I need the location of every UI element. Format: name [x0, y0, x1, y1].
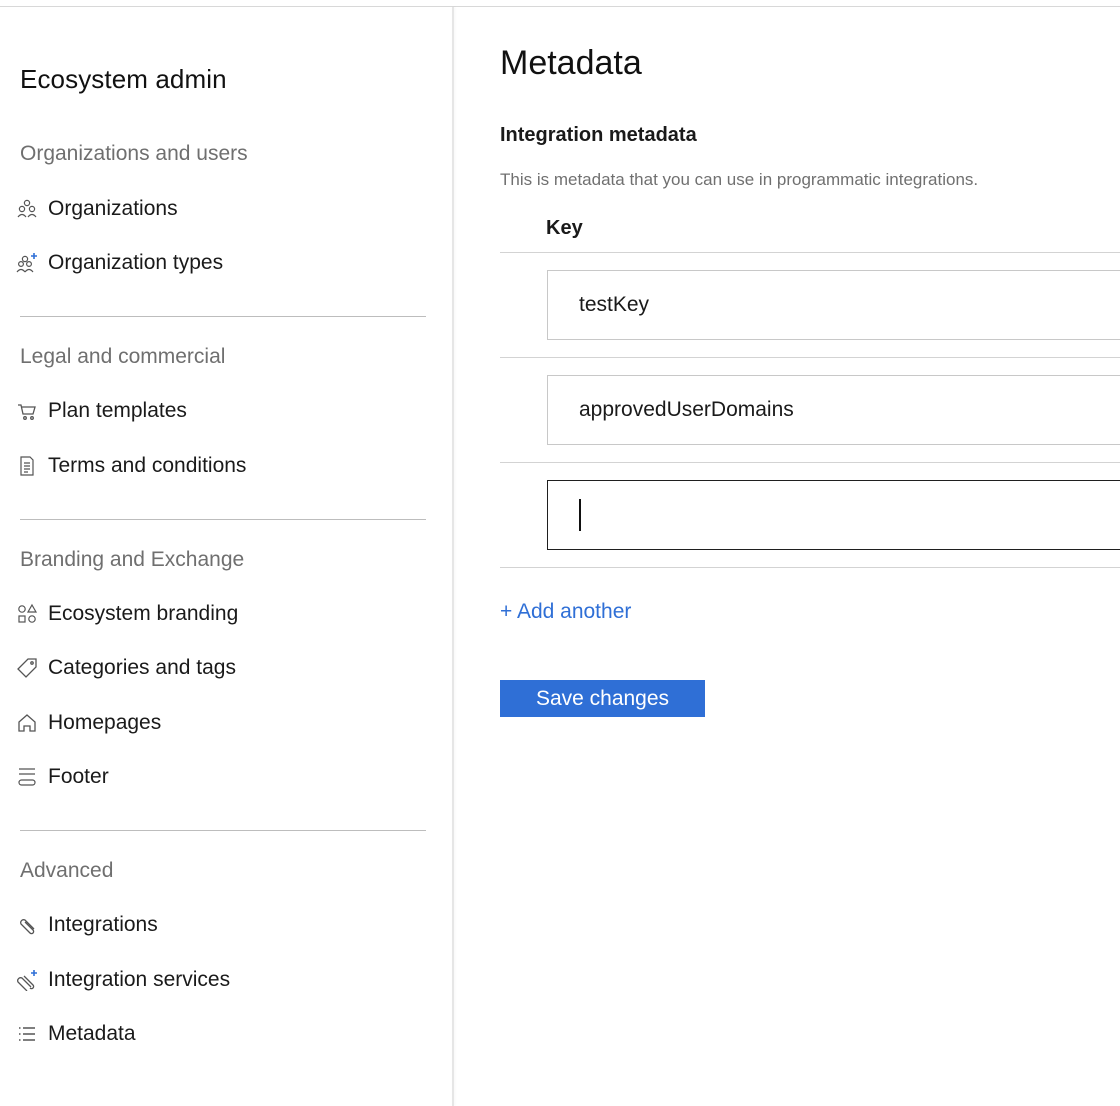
- people-group-icon: [16, 198, 38, 220]
- text-caret: [579, 499, 581, 531]
- sidebar-divider: [20, 316, 426, 317]
- list-icon: [16, 1023, 38, 1045]
- section-heading-organizations: Organizations and users: [20, 142, 248, 165]
- section-heading-branding: Branding and Exchange: [20, 548, 245, 571]
- row-divider: [500, 252, 1120, 253]
- paperclip-plus-icon: [16, 969, 38, 991]
- footer-icon: [16, 766, 38, 788]
- sidebar-item-footer[interactable]: Footer: [16, 760, 436, 794]
- sidebar-title: Ecosystem admin: [20, 64, 227, 94]
- sidebar-item-label: Ecosystem branding: [48, 602, 239, 625]
- section-description: This is metadata that you can use in pro…: [500, 170, 979, 189]
- sidebar-item-integration-services[interactable]: Integration services: [16, 963, 436, 997]
- tag-icon: [16, 657, 38, 679]
- row-divider: [500, 357, 1120, 358]
- row-divider: [500, 567, 1120, 568]
- section-heading-advanced: Advanced: [20, 859, 114, 882]
- shapes-icon: [16, 603, 38, 625]
- sidebar-item-organization-types[interactable]: Organization types: [16, 246, 436, 280]
- sidebar-item-categories[interactable]: Categories and tags: [16, 651, 436, 685]
- section-heading-legal: Legal and commercial: [20, 345, 226, 368]
- sidebar-item-metadata[interactable]: Metadata: [16, 1017, 436, 1051]
- sidebar-item-label: Integrations: [48, 913, 158, 936]
- row-divider: [500, 462, 1120, 463]
- sidebar-item-terms[interactable]: Terms and conditions: [16, 449, 436, 483]
- paperclip-icon: [16, 914, 38, 936]
- page-title: Metadata: [500, 44, 642, 82]
- sidebar-item-label: Integration services: [48, 968, 231, 991]
- sidebar-item-integrations[interactable]: Integrations: [16, 908, 436, 942]
- key-input-focused[interactable]: [547, 480, 1120, 550]
- sidebar-item-ecosystem-branding[interactable]: Ecosystem branding: [16, 597, 436, 631]
- sidebar-item-label: Categories and tags: [48, 656, 236, 679]
- column-header-key: Key: [546, 217, 583, 239]
- key-input[interactable]: [547, 375, 1120, 445]
- key-input[interactable]: [547, 270, 1120, 340]
- sidebar-item-label: Plan templates: [48, 399, 187, 422]
- main-content: Metadata Integration metadata This is me…: [500, 0, 1120, 1106]
- sidebar-item-plan-templates[interactable]: Plan templates: [16, 394, 436, 428]
- sidebar-item-label: Terms and conditions: [48, 454, 247, 477]
- sidebar-divider: [20, 830, 426, 831]
- document-icon: [16, 455, 38, 477]
- cart-icon: [16, 400, 38, 422]
- sidebar-item-label: Homepages: [48, 711, 162, 734]
- sidebar-item-label: Metadata: [48, 1022, 136, 1045]
- sidebar-item-label: Organization types: [48, 251, 224, 274]
- save-changes-button[interactable]: Save changes: [500, 680, 705, 717]
- section-title: Integration metadata: [500, 124, 697, 146]
- people-group-plus-icon: [16, 252, 38, 274]
- sidebar-item-organizations[interactable]: Organizations: [16, 192, 436, 226]
- sidebar-divider: [20, 519, 426, 520]
- sidebar-item-label: Footer: [48, 765, 109, 788]
- home-icon: [16, 712, 38, 734]
- sidebar-item-homepages[interactable]: Homepages: [16, 706, 436, 740]
- sidebar-item-label: Organizations: [48, 197, 178, 220]
- sidebar-edge: [452, 7, 454, 1106]
- add-another-link[interactable]: + Add another: [500, 600, 631, 624]
